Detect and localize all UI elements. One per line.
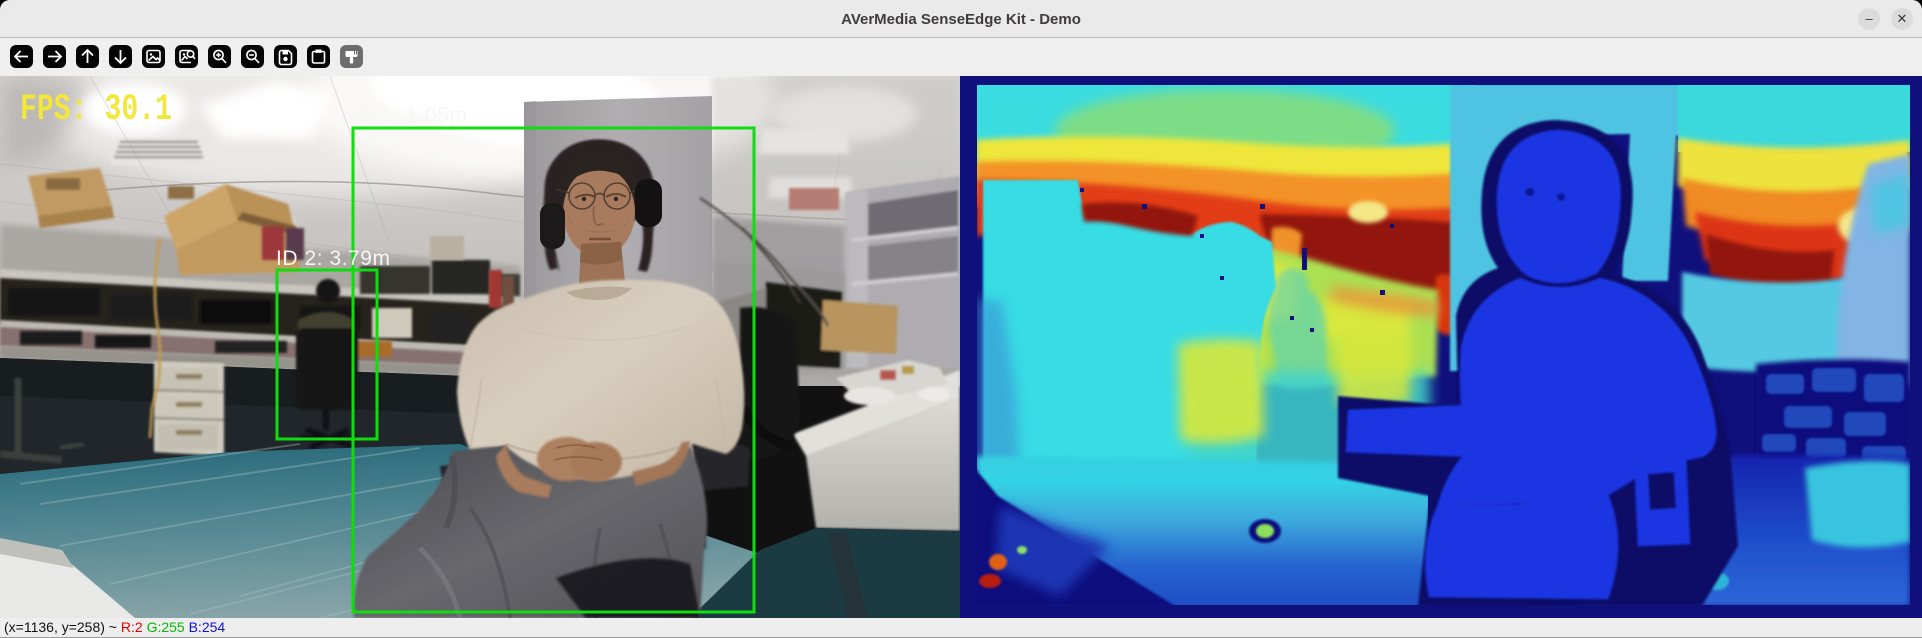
svg-text:FPS: 30.1: FPS: 30.1	[20, 89, 172, 131]
svg-text:ID 2: 3.79m: ID 2: 3.79m	[276, 247, 390, 270]
svg-text:ID 1: 1.05m: ID 1: 1.05m	[352, 104, 467, 127]
